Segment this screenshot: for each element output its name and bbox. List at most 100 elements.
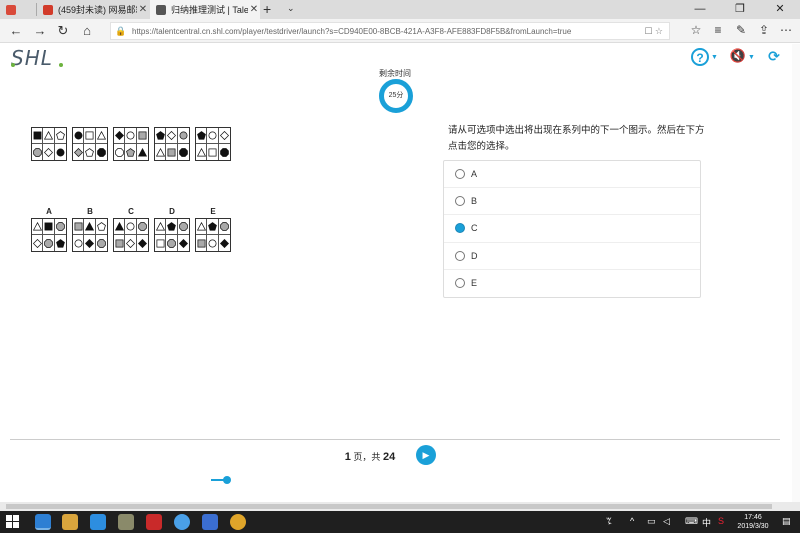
radio-button[interactable]	[455, 278, 465, 289]
option-figure-label: E	[210, 207, 216, 216]
next-button[interactable]: ▶	[416, 445, 436, 465]
favorites-icon[interactable]: ☆	[688, 23, 704, 37]
square-shape-icon	[208, 148, 217, 156]
people-icon[interactable]: ꔂ	[606, 516, 612, 527]
option-figure	[72, 218, 108, 252]
radio-button[interactable]	[455, 250, 465, 261]
close-tab-icon[interactable]: ✕	[248, 4, 260, 15]
browser-tab-bar: (459封未读) 网易邮箱6.0版 ✕ 归纳推理测试 | TalentC ✕ +…	[0, 0, 800, 19]
chrome-app-icon[interactable]	[230, 514, 246, 530]
choice-label: C	[471, 223, 478, 234]
matrix-cell	[32, 128, 44, 144]
matrix-cell	[43, 128, 55, 144]
battery-icon[interactable]: ▭	[647, 516, 656, 527]
windows-taskbar: ꔂ ^ ▭ ◁ ⌨ 中 S 17:46 2019/3/30 ▤	[0, 511, 800, 533]
browser-tab-mail[interactable]: (459封未读) 网易邮箱6.0版 ✕	[37, 0, 149, 19]
matrix-cell	[32, 219, 44, 235]
ime-indicator[interactable]: 中	[702, 516, 711, 529]
volume-icon[interactable]: ◁	[663, 516, 670, 527]
matrix-cell	[137, 144, 148, 160]
diamond-shape-icon	[84, 238, 94, 248]
octagon-shape-icon	[137, 222, 147, 231]
time: 17:46	[744, 514, 762, 521]
matrix-cell	[43, 144, 55, 160]
url-field[interactable]: 🔒 https://talentcentral.cn.shl.com/playe…	[110, 22, 670, 40]
new-tab-icon[interactable]: +	[263, 1, 271, 17]
radio-button[interactable]	[455, 196, 465, 207]
option-figure	[154, 218, 190, 252]
octagon-shape-icon	[178, 222, 188, 231]
chevron-down-icon[interactable]: ▼	[748, 54, 755, 61]
matrix-cell	[207, 128, 219, 144]
matrix-cell	[114, 235, 126, 251]
matrix-cell	[32, 235, 44, 251]
matrix-cell	[166, 144, 178, 160]
matrix-cell	[136, 128, 148, 144]
reading-view-icon[interactable]: ☐ ☆	[644, 26, 663, 37]
question-prompt: 请从可选项中选出将出现在系列中的下一个图示。然后在下方点击您的选择。	[448, 125, 705, 152]
windows-start-icon[interactable]	[6, 515, 20, 529]
clock[interactable]: 17:46 2019/3/30	[733, 513, 773, 531]
vertical-scrollbar[interactable]	[792, 44, 800, 502]
keyboard-icon[interactable]: ⌨	[685, 516, 698, 527]
chevron-down-icon[interactable]: ▼	[711, 54, 718, 61]
choice-d[interactable]: D	[444, 243, 700, 270]
minimize-icon[interactable]: —	[680, 0, 720, 19]
page-text: 页，共	[353, 452, 381, 462]
radio-button-selected[interactable]	[455, 223, 465, 234]
photo-app-icon[interactable]	[118, 514, 134, 530]
browser-tab-active[interactable]: 归纳推理测试 | TalentC ✕	[150, 0, 260, 19]
date: 2019/3/30	[737, 523, 769, 530]
choice-c[interactable]: C	[444, 215, 700, 243]
matrix-cell	[55, 144, 66, 160]
close-tab-icon[interactable]: ✕	[137, 4, 149, 15]
matrix-cell	[114, 144, 126, 160]
tab-list-chevron-icon[interactable]: ⌄	[287, 3, 295, 14]
option-figure-label: D	[169, 207, 175, 216]
browser-tab-pinned[interactable]	[0, 0, 36, 19]
matrix-cell	[166, 219, 178, 235]
window-close-icon[interactable]: ✕	[760, 0, 800, 19]
square-shape-icon	[44, 222, 53, 231]
help-icon[interactable]: ?	[691, 48, 709, 66]
choice-b[interactable]: B	[444, 188, 700, 216]
circle-shape-icon	[126, 131, 135, 140]
tray-chevron-icon[interactable]: ^	[630, 516, 634, 526]
pentagon-shape-icon	[208, 222, 217, 231]
choice-e[interactable]: E	[444, 270, 700, 297]
maximize-icon[interactable]: ❐	[720, 0, 760, 19]
scroll-thumb[interactable]	[6, 504, 772, 509]
share-icon[interactable]: ⇪	[756, 23, 772, 37]
back-arrow-icon[interactable]: ←	[6, 21, 26, 41]
logo-dot	[59, 63, 63, 67]
matrix-cell	[207, 144, 219, 160]
sound-off-icon[interactable]: 🔇	[729, 48, 747, 66]
radio-button[interactable]	[455, 169, 465, 180]
k-app-icon[interactable]	[90, 514, 106, 530]
choice-label: B	[471, 196, 478, 207]
home-icon[interactable]: ⌂	[77, 21, 97, 41]
notes-icon[interactable]: ✎	[733, 23, 749, 37]
page-indicator: 1 页，共 24	[330, 450, 410, 463]
mail-app-icon[interactable]	[202, 514, 218, 530]
choice-a[interactable]: A	[444, 161, 700, 189]
horizontal-scrollbar[interactable]	[0, 502, 800, 511]
matrix-cell	[96, 235, 107, 251]
pentagon-shape-icon	[155, 131, 165, 140]
ie-app-icon[interactable]	[35, 514, 51, 530]
matrix-cell	[136, 219, 148, 235]
refresh-icon[interactable]: ↻	[53, 21, 73, 41]
triangle-shape-icon	[32, 222, 42, 231]
diamond-shape-icon	[43, 147, 53, 157]
sogou-icon[interactable]: S	[718, 516, 724, 526]
more-icon[interactable]: ⋯	[778, 23, 794, 37]
edge-app-icon[interactable]	[174, 514, 190, 530]
diamond-shape-icon	[32, 238, 42, 248]
triangle-shape-icon	[43, 131, 53, 140]
notification-icon[interactable]: ▤	[782, 516, 791, 527]
hub-icon[interactable]: ≡	[710, 23, 726, 37]
exit-icon[interactable]: ⟳	[765, 48, 783, 66]
forward-arrow-icon[interactable]: →	[30, 21, 50, 41]
ppt-app-icon[interactable]	[146, 514, 162, 530]
store-app-icon[interactable]	[62, 514, 78, 530]
